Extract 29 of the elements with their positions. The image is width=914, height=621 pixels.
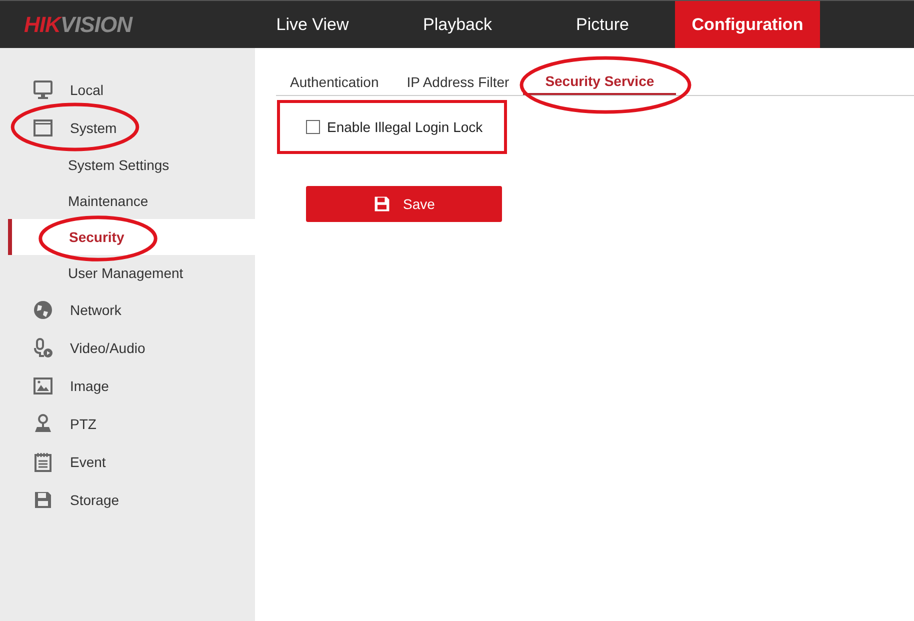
sidebar-item[interactable]: Image xyxy=(0,367,255,405)
sidebar-subitem[interactable]: Security xyxy=(8,219,255,255)
monitor-icon xyxy=(33,80,53,100)
tab[interactable]: Authentication xyxy=(276,69,393,95)
sidebar-item[interactable]: System xyxy=(0,109,255,147)
nav-tab[interactable]: Configuration xyxy=(675,1,820,48)
sidebar-item[interactable]: Network xyxy=(0,291,255,329)
camera-stand-icon xyxy=(33,414,53,434)
sidebar-subitem[interactable]: System Settings xyxy=(8,147,255,183)
checkbox-option[interactable]: Enable Illegal Login Lock xyxy=(306,119,483,135)
microphone-icon xyxy=(33,338,53,358)
image-icon xyxy=(33,376,53,396)
sidebar-item[interactable]: Event xyxy=(0,443,255,481)
nav-tab[interactable]: Live View xyxy=(240,1,385,48)
sidebar-item[interactable]: PTZ xyxy=(0,405,255,443)
logo: HIKVISION xyxy=(23,10,134,38)
sidebar-item[interactable]: Video/Audio xyxy=(0,329,255,367)
sidebar-subitem[interactable]: Maintenance xyxy=(8,183,255,219)
notepad-icon xyxy=(33,452,53,472)
window-icon xyxy=(33,118,53,138)
sidebar-subitem[interactable]: User Management xyxy=(8,255,255,291)
sidebar-item[interactable]: Local xyxy=(0,71,255,109)
globe-icon xyxy=(33,300,53,320)
tab[interactable]: IP Address Filter xyxy=(392,69,524,95)
save-button[interactable]: Save xyxy=(306,186,502,222)
nav-tab[interactable]: Picture xyxy=(530,1,675,48)
sidebar-item[interactable]: Storage xyxy=(0,481,255,519)
checkbox[interactable] xyxy=(306,120,320,134)
nav-tab[interactable]: Playback xyxy=(385,1,530,48)
